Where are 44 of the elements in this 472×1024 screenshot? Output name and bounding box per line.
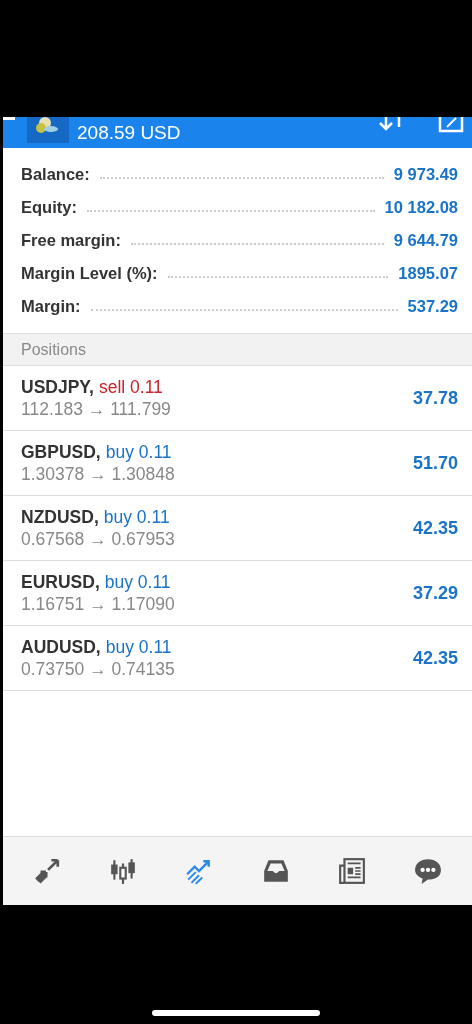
order-type: buy 0.11 [105, 441, 172, 463]
summary-label: Equity: [21, 198, 77, 217]
summary-value: 537.29 [407, 297, 458, 316]
summary-value: 9 973.49 [393, 165, 458, 184]
position-symbol: NZDUSD, [21, 506, 99, 528]
chat-bubble-icon [413, 857, 442, 885]
export-icon[interactable] [438, 117, 464, 133]
position-profit: 42.35 [412, 517, 458, 539]
order-type: buy 0.11 [105, 636, 172, 658]
position-row[interactable]: EURUSD, buy 0.11 1.16751 → 1.17090 37.29 [3, 561, 472, 626]
position-symbol: EURUSD, [21, 571, 100, 593]
candlestick-icon [109, 857, 138, 885]
position-profit: 42.35 [412, 647, 458, 669]
position-row[interactable]: AUDUSD, buy 0.11 0.73750 → 0.74135 42.35 [3, 626, 472, 691]
summary-label: Margin: [21, 297, 81, 316]
order-type: sell 0.11 [98, 376, 163, 398]
price-range: 1.16751 → 1.17090 [21, 593, 176, 615]
position-profit: 37.78 [412, 387, 458, 409]
position-symbol: USDJPY, [21, 376, 94, 398]
summary-label: Free margin: [21, 231, 121, 250]
summary-label: Balance: [21, 165, 90, 184]
position-profit: 51.70 [412, 452, 458, 474]
arrows-icon [33, 857, 62, 885]
inbox-icon [261, 857, 290, 885]
summary-label: Margin Level (%): [21, 264, 158, 283]
section-heading: Positions [21, 340, 86, 359]
summary-value: 10 182.08 [384, 198, 458, 217]
account-balance: 208.59 USD [77, 121, 181, 144]
summary-value: 1895.07 [398, 264, 458, 283]
summary-value: 9 644.79 [393, 231, 458, 250]
order-type: buy 0.11 [103, 506, 170, 528]
newspaper-icon [337, 857, 366, 885]
position-row[interactable]: GBPUSD, buy 0.11 1.30378 → 1.30848 51.70 [3, 431, 472, 496]
position-symbol: AUDUSD, [21, 636, 101, 658]
price-range: 0.73750 → 0.74135 [21, 658, 176, 680]
position-row[interactable]: NZDUSD, buy 0.11 0.67568 → 0.67953 42.35 [3, 496, 472, 561]
price-range: 112.183 → 111.799 [21, 398, 172, 420]
price-range: 0.67568 → 0.67953 [21, 528, 176, 550]
price-range: 1.30378 → 1.30848 [21, 463, 176, 485]
order-type: buy 0.11 [104, 571, 171, 593]
position-profit: 37.29 [412, 582, 458, 604]
position-symbol: GBPUSD, [21, 441, 101, 463]
position-row[interactable]: USDJPY, sell 0.11 112.183 → 111.799 37.78 [3, 366, 472, 431]
account-avatar-icon[interactable] [27, 117, 69, 143]
